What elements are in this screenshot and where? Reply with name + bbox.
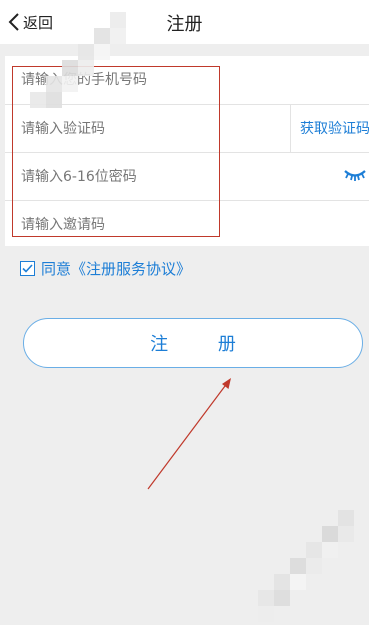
page-title: 注册 — [166, 14, 203, 35]
divider — [290, 105, 291, 153]
verification-code-input[interactable] — [21, 119, 281, 139]
password-input[interactable] — [21, 167, 281, 187]
register-form: 获取验证码 — [5, 56, 369, 246]
eye-closed-icon[interactable] — [344, 168, 366, 182]
code-row: 获取验证码 — [5, 105, 369, 153]
invite-code-input[interactable] — [21, 215, 281, 235]
password-row — [5, 153, 369, 201]
blur-mosaic — [250, 510, 369, 625]
invite-row — [5, 201, 369, 249]
agreement-link[interactable]: 同意《注册服务协议》 — [41, 258, 191, 279]
top-bar: 返回 注册 — [0, 0, 369, 44]
agreement-checkbox[interactable] — [20, 261, 35, 276]
checkmark-icon — [22, 264, 33, 273]
agreement-row: 同意《注册服务协议》 — [20, 258, 191, 279]
phone-row — [5, 56, 369, 104]
phone-input[interactable] — [21, 70, 281, 90]
get-code-button[interactable]: 获取验证码 — [300, 118, 369, 138]
register-button[interactable]: 注 册 — [23, 318, 363, 368]
